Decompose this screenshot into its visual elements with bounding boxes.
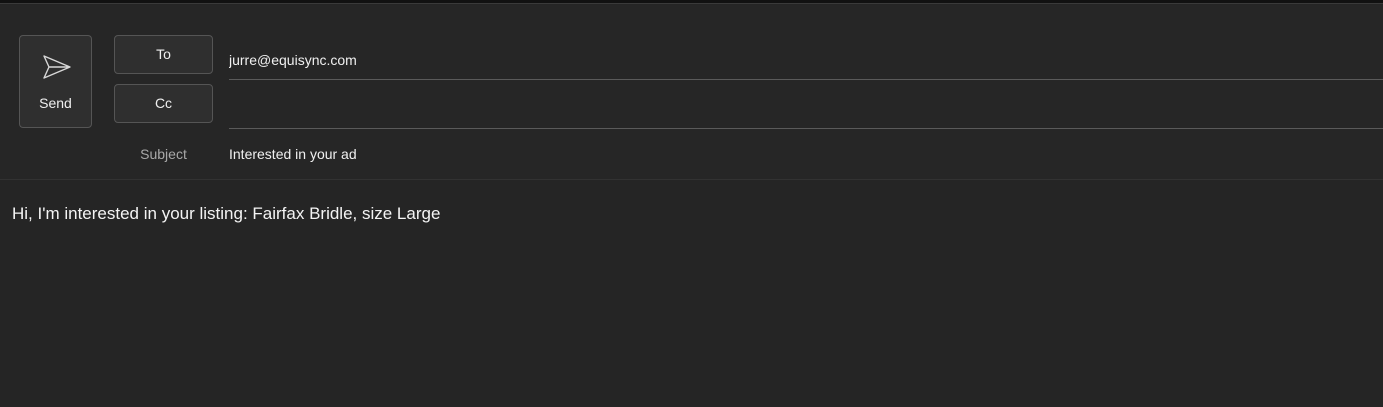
send-label: Send [39,95,72,111]
subject-field[interactable] [229,141,1383,167]
message-body[interactable]: Hi, I'm interested in your listing: Fair… [0,180,1383,407]
window-top-border [0,0,1383,4]
subject-label: Subject [140,146,187,162]
to-field[interactable] [229,40,1383,80]
cc-button[interactable]: Cc [114,84,213,123]
send-icon [43,55,71,79]
to-button[interactable]: To [114,35,213,74]
cc-field[interactable] [229,89,1383,129]
message-body-text: Hi, I'm interested in your listing: Fair… [12,204,441,223]
send-button[interactable]: Send [19,35,92,128]
compose-header: Send To Cc Subject [0,5,1383,180]
